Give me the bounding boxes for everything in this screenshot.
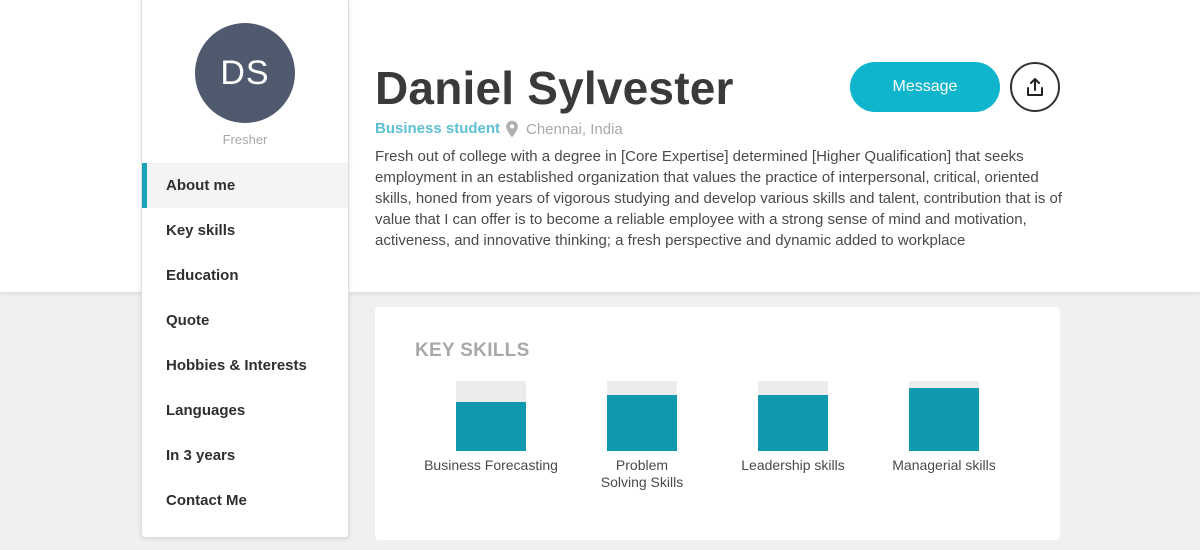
key-skills-title: KEY SKILLS	[415, 340, 530, 361]
skill-bar-label: Leadership skills	[741, 457, 845, 473]
skill-bar-track	[758, 381, 828, 451]
skill-bar-track	[456, 381, 526, 451]
avatar: DS	[195, 23, 295, 123]
message-button[interactable]: Message	[850, 62, 1000, 112]
sidebar-item-languages[interactable]: Languages	[142, 388, 348, 433]
sidebar-item-quote[interactable]: Quote	[142, 298, 348, 343]
sidebar: DS Fresher About me Key skills Education…	[141, 0, 349, 538]
share-icon	[1027, 78, 1043, 96]
skill-bar-label: Problem Solving Skills	[600, 457, 684, 490]
avatar-initials: DS	[220, 53, 270, 92]
sidebar-nav: About me Key skills Education Quote Hobb…	[142, 163, 348, 523]
status-label: Fresher	[222, 132, 268, 147]
share-button[interactable]	[1010, 62, 1060, 112]
key-skills-card: KEY SKILLS Business Forecasting Problem S…	[375, 307, 1060, 540]
skill-bar-fill	[607, 395, 677, 451]
sidebar-item-about-me[interactable]: About me	[142, 163, 348, 208]
profile-name: Daniel Sylvester	[375, 62, 734, 114]
profile-location: Chennai, India	[526, 121, 623, 138]
sidebar-item-key-skills[interactable]: Key skills	[142, 208, 348, 253]
sidebar-item-contact-me[interactable]: Contact Me	[142, 478, 348, 523]
sidebar-item-hobbies[interactable]: Hobbies & Interests	[142, 343, 348, 388]
profile-role: Business student	[375, 120, 501, 137]
profile-bio: Fresh out of college with a degree in [C…	[375, 148, 1063, 249]
skill-bar-label: Business Forecasting	[424, 457, 558, 473]
skill-bar-track	[607, 381, 677, 451]
skill-bar-fill	[456, 402, 526, 451]
location-pin-icon	[506, 120, 518, 138]
skill-bar-fill	[758, 395, 828, 451]
skill-bar-label: Managerial skills	[892, 457, 996, 473]
message-button-label: Message	[892, 78, 958, 95]
sidebar-item-in-3-years[interactable]: In 3 years	[142, 433, 348, 478]
skill-bar-fill	[909, 388, 979, 451]
skill-bar-track	[909, 381, 979, 451]
sidebar-item-education[interactable]: Education	[142, 253, 348, 298]
